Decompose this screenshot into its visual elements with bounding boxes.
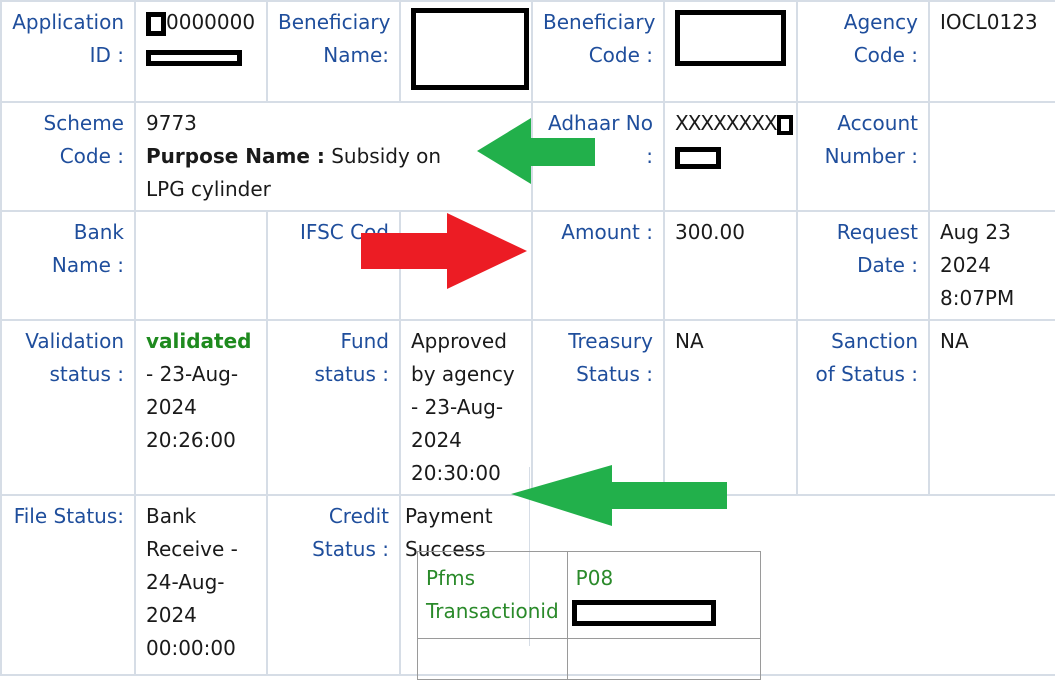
request-date-value: Aug 23 2024 8:07PM <box>928 210 1055 321</box>
amount-value: 300.00 <box>663 210 798 321</box>
pfms-value-text: P08 <box>575 566 614 590</box>
scheme-code-value: 9773 Purpose Name : Subsidy on LPG cylin… <box>134 101 533 212</box>
application-id-value: 0000000 <box>134 0 268 103</box>
file-status-value: Bank Receive - 24-Aug-2024 00:00:00 <box>134 494 268 676</box>
sanction-status-value: NA <box>928 319 1055 496</box>
beneficiary-code-value <box>663 0 798 103</box>
beneficiary-name-label: Beneficiary Name: <box>266 0 401 103</box>
validation-date: - 23-Aug-2024 20:26:00 <box>146 362 239 452</box>
pfms-row-empty <box>417 638 761 680</box>
scheme-code-text: 9773 <box>146 111 197 135</box>
green-arrow-shape <box>511 465 727 526</box>
request-date-label: Request Date : <box>796 210 930 321</box>
scheme-code-label: Scheme Code : <box>0 101 136 212</box>
pfms-empty-cell <box>417 638 568 680</box>
validated-badge: validated <box>146 329 252 353</box>
pfms-value: P08 <box>566 551 761 639</box>
purpose-name: Purpose Name : Subsidy on LPG cylinder <box>146 140 476 206</box>
bank-name-value <box>134 210 268 321</box>
amount-label: Amount : <box>531 210 665 321</box>
purpose-name-label: Purpose Name : <box>146 144 325 168</box>
redaction-box <box>146 11 166 36</box>
redaction-box <box>776 114 793 135</box>
redaction-box <box>675 10 786 66</box>
agency-code-value: IOCL0123 <box>928 0 1055 103</box>
green-arrow-shape <box>477 118 595 184</box>
account-number-label: Account Number : <box>796 101 930 212</box>
redaction-box <box>571 599 716 626</box>
fund-status-label: Fund status : <box>266 319 401 496</box>
pfms-empty-cell <box>566 638 761 680</box>
adhaar-no-value: XXXXXXXX <box>663 101 798 212</box>
application-id-label: Application ID : <box>0 0 136 103</box>
red-arrow-ifsc-icon <box>361 213 527 289</box>
agency-code-label: Agency Code : <box>796 0 930 103</box>
validation-status-value: validated - 23-Aug-2024 20:26:00 <box>134 319 268 496</box>
application-id-text: 0000000 <box>166 10 256 34</box>
bank-name-label: Bank Name : <box>0 210 136 321</box>
red-arrow-shape <box>361 213 527 289</box>
row-application: Application ID : 0000000 Beneficiary Nam… <box>0 0 1055 103</box>
account-number-value <box>928 101 1055 212</box>
beneficiary-code-label: Beneficiary Code : <box>531 0 665 103</box>
green-arrow-purpose-icon <box>477 118 595 184</box>
redaction-box <box>146 49 242 66</box>
beneficiary-name-value <box>399 0 533 103</box>
adhaar-no-text: XXXXXXXX <box>675 111 778 135</box>
sanction-status-label: Sanction of Status : <box>796 319 930 496</box>
validation-status-label: Validation status : <box>0 319 136 496</box>
file-status-label: File Status: <box>0 494 136 676</box>
pfms-label: Pfms Transactionid <box>417 551 568 639</box>
pfms-row: Pfms Transactionid P08 <box>417 551 761 639</box>
redaction-box <box>411 8 529 90</box>
redaction-box <box>675 146 721 169</box>
credit-status-label: Credit Status : <box>266 494 401 676</box>
pfms-table: Pfms Transactionid P08 <box>417 551 761 680</box>
green-arrow-credit-icon <box>511 465 727 526</box>
